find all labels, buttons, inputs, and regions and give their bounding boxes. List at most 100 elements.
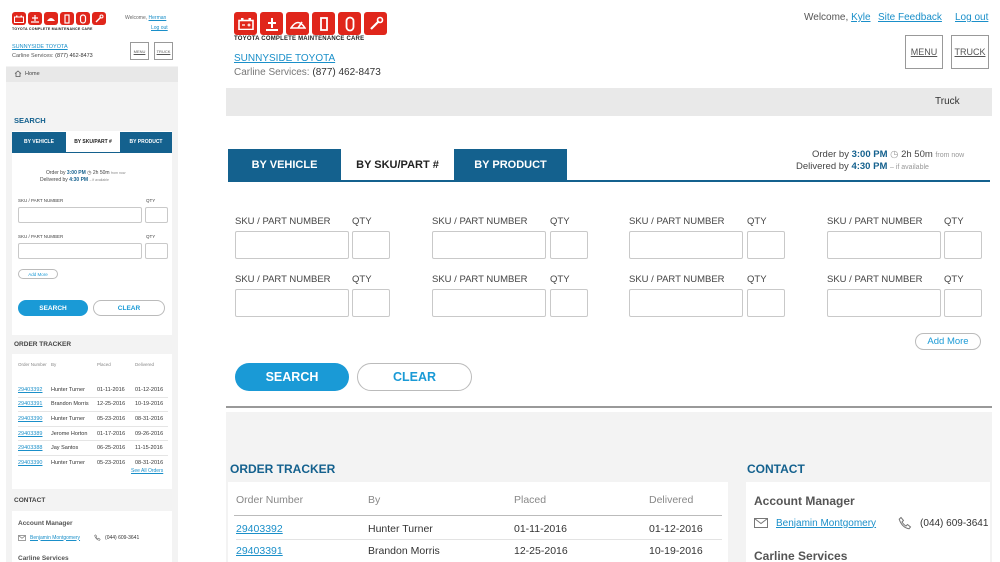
order-number-link[interactable]: 29403392 [18, 387, 51, 393]
desktop-user-link[interactable]: Kyle [851, 12, 870, 23]
mobile-qty-input-2[interactable] [145, 243, 168, 259]
mobile-truck-button[interactable]: TRUCK [154, 42, 173, 60]
tab-by-product[interactable]: BY PRODUCT [454, 149, 567, 181]
wiper-icon [44, 12, 58, 25]
mobile-qty-input-1[interactable] [145, 207, 168, 223]
clear-button[interactable]: CLEAR [357, 363, 472, 391]
mobile-from-now: from now [110, 171, 126, 175]
mobile-th-order: Order Number [18, 362, 47, 367]
mobile-countdown: 2h 50m [92, 170, 110, 176]
th-order-number: Order Number [236, 494, 304, 506]
order-by: Brandon Morris [368, 545, 440, 557]
mobile-user-link[interactable]: Herman [149, 15, 167, 21]
mobile-add-more-button[interactable]: Add More [18, 269, 58, 279]
mobile-sku-input-1[interactable] [18, 207, 142, 223]
qty-input-7[interactable] [747, 289, 785, 317]
table-row: 29403391 Brandon Morris 12-25-2016 10-19-20… [18, 398, 168, 413]
mobile-delivered-time: 4:30 PM [69, 177, 89, 183]
qty-input-8[interactable] [944, 289, 982, 317]
mobile-carline-phone: (877) 462-8473 [55, 53, 93, 59]
sku-input-5[interactable] [235, 289, 349, 317]
battery-icon [234, 12, 257, 35]
table-row: 29403392 Hunter Turner 01-11-2016 01-12-… [236, 519, 722, 540]
qty-input-4[interactable] [944, 231, 982, 259]
th-placed: Placed [514, 494, 547, 506]
mobile-home-label: Home [25, 70, 40, 77]
mobile-manager-email-link[interactable]: Benjamin Montgomery [30, 535, 80, 541]
mail-icon [18, 534, 26, 541]
mobile-sku-input-2[interactable] [18, 243, 142, 259]
search-button[interactable]: SEARCH [235, 363, 349, 391]
mobile-qty-label-1: QTY [146, 198, 156, 203]
mobile-clear-button[interactable]: CLEAR [93, 300, 165, 316]
mobile-tab-by-sku[interactable]: BY SKU/PART # [66, 132, 120, 152]
qty-label: QTY [550, 274, 570, 285]
add-more-button[interactable]: Add More [915, 333, 981, 350]
order-number-link[interactable]: 29403388 [18, 445, 51, 451]
order-delivered: 11-15-2016 [135, 445, 163, 452]
order-delivered: 01-12-2016 [135, 386, 164, 393]
order-number-link[interactable]: 29403392 [236, 523, 368, 535]
sku-input-8[interactable] [827, 289, 941, 317]
sku-input-7[interactable] [629, 289, 743, 317]
mobile-see-all-orders-link[interactable]: See All Orders [131, 468, 163, 474]
site-feedback-link[interactable]: Site Feedback [878, 12, 942, 23]
tab-by-vehicle[interactable]: BY VEHICLE [228, 149, 341, 181]
sku-label: SKU / PART NUMBER [235, 274, 331, 285]
phone-icon [898, 516, 912, 530]
order-delivered: 09-26-2016 [135, 430, 164, 437]
sku-input-1[interactable] [235, 231, 349, 259]
sku-input-3[interactable] [629, 231, 743, 259]
mobile-welcome: Welcome, Herman [125, 15, 166, 21]
oil-icon [312, 12, 335, 35]
mobile-dealer-link[interactable]: SUNNYSIDE TOYOTA [12, 44, 68, 50]
desktop-logout-link[interactable]: Log out [955, 12, 988, 23]
mobile-delivered-label: Delivered by [40, 177, 68, 183]
qty-input-5[interactable] [352, 289, 390, 317]
qty-input-6[interactable] [550, 289, 588, 317]
sku-input-6[interactable] [432, 289, 546, 317]
manager-row: Benjamin Montgomery (044) 609-3641 [754, 516, 988, 530]
qty-input-2[interactable] [550, 231, 588, 259]
mobile-logout-link[interactable]: Log out [151, 25, 168, 31]
mobile-order-by: Order by 3:00 PM ◷ 2h 50m from now [46, 170, 125, 176]
qty-input-1[interactable] [352, 231, 390, 259]
mobile-account-manager-label: Account Manager [18, 520, 73, 527]
order-number-link[interactable]: 29403391 [236, 545, 368, 557]
sku-input-2[interactable] [432, 231, 546, 259]
account-manager-label: Account Manager [754, 494, 855, 508]
order-number-link[interactable]: 29403390 [18, 416, 51, 422]
mobile-tab-by-product[interactable]: BY PRODUCT [120, 132, 172, 152]
order-placed: 12-25-2016 [514, 545, 568, 557]
carline-services-label: Carline Services [754, 549, 848, 562]
clock-icon: ◷ [87, 170, 92, 176]
mobile-home-crumb[interactable]: Home [14, 70, 40, 77]
order-by: Hunter Turner [51, 386, 85, 393]
mobile-tracker-rows: 29403392 Hunter Turner 01-11-2016 01-12-201… [18, 383, 168, 470]
desktop-menu-button[interactable]: MENU [905, 35, 943, 69]
wrench-icon [364, 12, 387, 35]
sku-input-4[interactable] [827, 231, 941, 259]
mobile-carline-label: Carline Services: [12, 53, 54, 59]
order-number-link[interactable]: 29403389 [18, 431, 51, 437]
manager-email-link[interactable]: Benjamin Montgomery [776, 518, 876, 529]
tab-by-sku[interactable]: BY SKU/PART # [341, 149, 454, 181]
qty-input-3[interactable] [747, 231, 785, 259]
mobile-tab-by-vehicle[interactable]: BY VEHICLE [12, 132, 66, 152]
order-number-link[interactable]: 29403390 [18, 460, 51, 466]
desktop-truck-button[interactable]: TRUCK [951, 35, 989, 69]
order-delivered: 08-31-2016 [135, 415, 164, 422]
mobile-search-title: SEARCH [14, 116, 46, 125]
desktop-dealer-link[interactable]: SUNNYSIDE TOYOTA [234, 53, 335, 64]
home-icon [14, 70, 22, 77]
breadcrumb-truck[interactable]: Truck [935, 96, 960, 107]
mobile-search-button[interactable]: SEARCH [18, 300, 88, 316]
order-tracker-title: ORDER TRACKER [230, 462, 336, 476]
order-placed: 05-23-2016 [97, 415, 126, 422]
order-delivered: 01-12-2016 [649, 523, 703, 535]
mobile-contact-title: CONTACT [14, 497, 46, 504]
mobile-th-placed: Placed [97, 362, 111, 367]
table-row: 29403388 Jay Santos 06-25-2016 11-15-2016 [18, 441, 168, 456]
order-number-link[interactable]: 29403391 [18, 401, 51, 407]
mobile-menu-button[interactable]: MENU [130, 42, 149, 60]
